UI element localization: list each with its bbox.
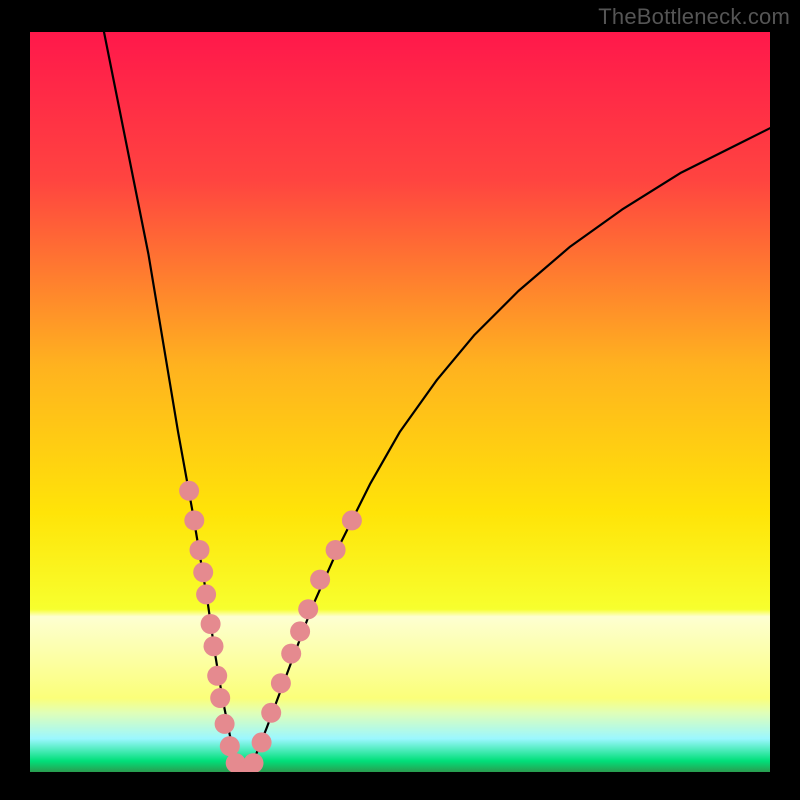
curve-marker: [290, 621, 310, 641]
curve-marker: [310, 570, 330, 590]
curve-marker: [196, 584, 216, 604]
curve-marker: [271, 673, 291, 693]
curve-marker: [252, 732, 272, 752]
curve-marker: [184, 510, 204, 530]
watermark-label: TheBottleneck.com: [598, 4, 790, 30]
curve-marker: [261, 703, 281, 723]
curve-marker: [210, 688, 230, 708]
curve-marker: [281, 644, 301, 664]
curve-marker: [342, 510, 362, 530]
curve-marker: [244, 753, 264, 773]
curve-marker: [204, 636, 224, 656]
curve-marker: [207, 666, 227, 686]
curve-marker: [215, 714, 235, 734]
bottleneck-chart: [0, 0, 800, 800]
curve-marker: [326, 540, 346, 560]
curve-marker: [179, 481, 199, 501]
gradient-background: [30, 32, 770, 772]
curve-marker: [298, 599, 318, 619]
curve-marker: [201, 614, 221, 634]
curve-marker: [193, 562, 213, 582]
curve-marker: [190, 540, 210, 560]
chart-stage: TheBottleneck.com: [0, 0, 800, 800]
curve-marker: [220, 736, 240, 756]
